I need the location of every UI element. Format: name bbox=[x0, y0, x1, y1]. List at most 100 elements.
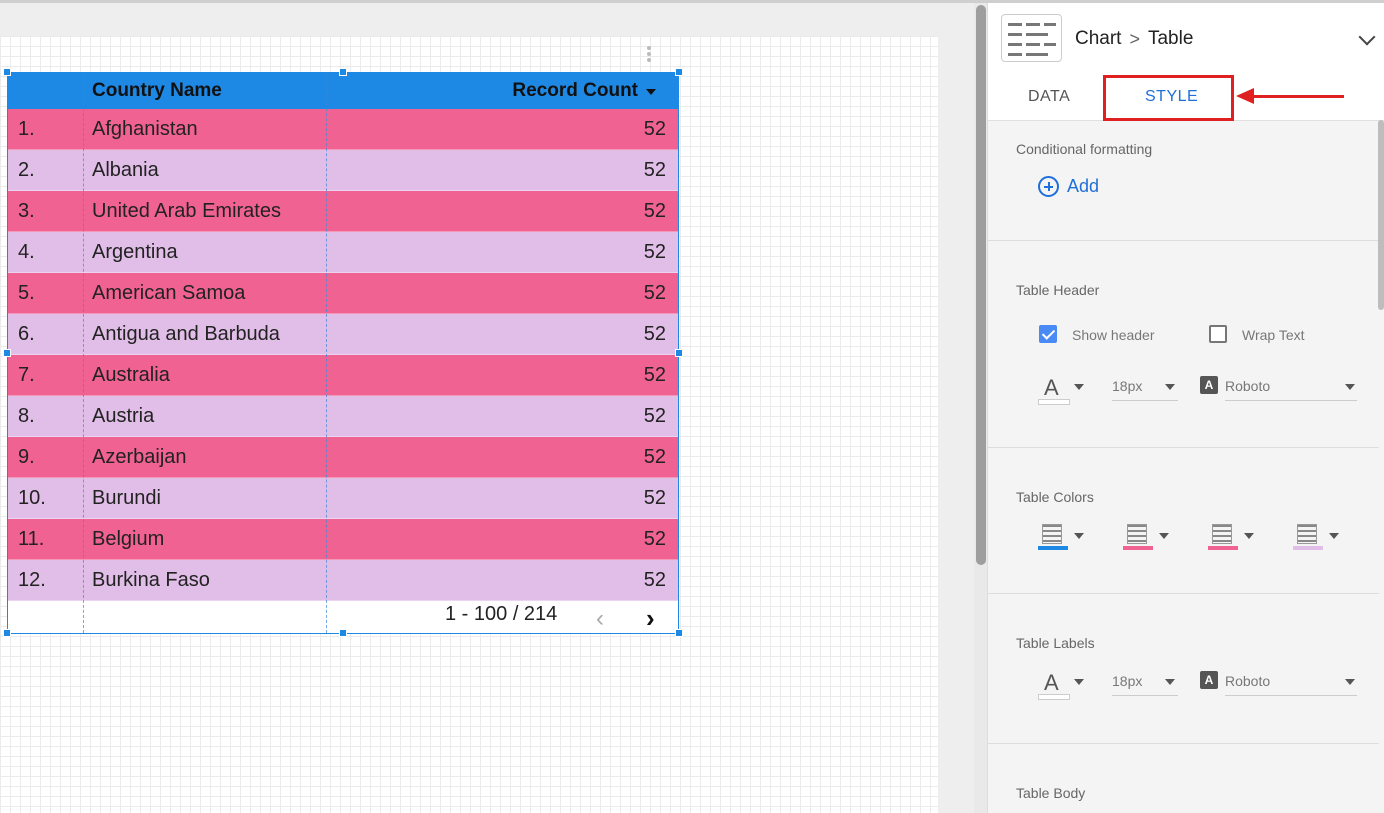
column-header-record-count[interactable]: Record Count bbox=[512, 80, 656, 102]
record-count-cell: 52 bbox=[643, 323, 666, 345]
color-swatch bbox=[1293, 546, 1323, 550]
country-name-cell: Afghanistan bbox=[92, 118, 198, 140]
resize-handle[interactable] bbox=[339, 629, 347, 637]
labels-font-size-value: 18px bbox=[1112, 673, 1143, 689]
country-name-cell: United Arab Emirates bbox=[92, 200, 281, 222]
table-header: Country Name Record Count bbox=[8, 73, 678, 109]
table-lines-icon bbox=[1127, 524, 1147, 544]
caret-down-icon[interactable] bbox=[1165, 384, 1175, 390]
caret-down-icon[interactable] bbox=[1074, 679, 1084, 685]
labels-font-family-select[interactable]: Roboto bbox=[1225, 670, 1357, 696]
table-pager: 1 - 100 / 214 ‹ › bbox=[8, 599, 678, 633]
record-count-label: Record Count bbox=[512, 80, 638, 101]
record-count-cell: 52 bbox=[643, 159, 666, 181]
row-number: 6. bbox=[18, 323, 35, 345]
table-lines-icon bbox=[1212, 524, 1232, 544]
wrap-text-checkbox[interactable] bbox=[1209, 325, 1227, 343]
row-number: 10. bbox=[18, 487, 46, 509]
record-count-cell: 52 bbox=[643, 282, 666, 304]
row-number: 8. bbox=[18, 405, 35, 427]
resize-handle[interactable] bbox=[675, 629, 683, 637]
color-swatch bbox=[1208, 546, 1238, 550]
font-family-icon: A bbox=[1200, 671, 1218, 689]
table-color-picker[interactable] bbox=[1038, 524, 1084, 554]
properties-panel: Chart > Table DATA STYLE Conditional for… bbox=[987, 3, 1384, 813]
show-header-label: Show header bbox=[1072, 327, 1155, 343]
table-row[interactable]: 7. Australia 52 bbox=[8, 355, 678, 396]
table-row[interactable]: 12. Burkina Faso 52 bbox=[8, 560, 678, 601]
sort-desc-icon bbox=[646, 89, 656, 95]
caret-down-icon[interactable] bbox=[1345, 384, 1355, 390]
table-chart[interactable]: Country Name Record Count 1. Afghanistan 5… bbox=[7, 72, 679, 634]
table-row[interactable]: 3. United Arab Emirates 52 bbox=[8, 191, 678, 232]
record-count-cell: 52 bbox=[643, 487, 666, 509]
table-row[interactable]: 9. Azerbaijan 52 bbox=[8, 437, 678, 478]
column-header-country-name[interactable]: Country Name bbox=[92, 80, 222, 102]
record-count-cell: 52 bbox=[643, 528, 666, 550]
table-row[interactable]: 10. Burundi 52 bbox=[8, 478, 678, 519]
table-color-picker[interactable] bbox=[1208, 524, 1254, 554]
panel-scrollbar[interactable] bbox=[1378, 120, 1384, 310]
table-color-picker[interactable] bbox=[1123, 524, 1169, 554]
table-row[interactable]: 2. Albania 52 bbox=[8, 150, 678, 191]
country-name-cell: Belgium bbox=[92, 528, 165, 550]
table-row[interactable]: 8. Austria 52 bbox=[8, 396, 678, 437]
header-font-family-value: Roboto bbox=[1225, 378, 1271, 394]
chevron-left-icon[interactable]: ‹ bbox=[596, 605, 604, 633]
record-count-cell: 52 bbox=[643, 364, 666, 386]
country-name-cell: Azerbaijan bbox=[92, 446, 187, 468]
resize-handle[interactable] bbox=[675, 349, 683, 357]
table-row[interactable]: 5. American Samoa 52 bbox=[8, 273, 678, 314]
tab-data[interactable]: DATA bbox=[1028, 88, 1070, 106]
record-count-cell: 52 bbox=[643, 200, 666, 222]
font-color-icon[interactable]: A bbox=[1044, 670, 1059, 696]
resize-handle[interactable] bbox=[3, 68, 11, 76]
add-conditional-button[interactable]: Add bbox=[1038, 176, 1099, 197]
canvas-scrollbar[interactable] bbox=[976, 5, 986, 565]
font-color-swatch bbox=[1038, 694, 1070, 700]
labels-font-family-value: Roboto bbox=[1225, 673, 1271, 689]
chevron-right-icon[interactable]: › bbox=[646, 603, 655, 634]
table-row[interactable]: 4. Argentina 52 bbox=[8, 232, 678, 273]
drag-handle-icon[interactable] bbox=[647, 46, 652, 64]
caret-down-icon bbox=[1244, 533, 1254, 539]
country-name-cell: Antigua and Barbuda bbox=[92, 323, 280, 345]
row-number: 1. bbox=[18, 118, 35, 140]
table-body-label: Table Body bbox=[1016, 785, 1086, 801]
row-number: 9. bbox=[18, 446, 35, 468]
table-row[interactable]: 1. Afghanistan 52 bbox=[8, 109, 678, 150]
table-header-label: Table Header bbox=[1016, 282, 1100, 298]
row-number: 2. bbox=[18, 159, 35, 181]
table-colors-label: Table Colors bbox=[1016, 489, 1094, 505]
resize-handle[interactable] bbox=[3, 349, 11, 357]
table-color-picker[interactable] bbox=[1293, 524, 1339, 554]
table-row[interactable]: 11. Belgium 52 bbox=[8, 519, 678, 560]
record-count-cell: 52 bbox=[643, 405, 666, 427]
caret-down-icon[interactable] bbox=[1074, 384, 1084, 390]
row-number: 4. bbox=[18, 241, 35, 263]
font-color-icon[interactable]: A bbox=[1044, 375, 1059, 401]
country-name-cell: American Samoa bbox=[92, 282, 246, 304]
caret-down-icon bbox=[1159, 533, 1169, 539]
record-count-cell: 52 bbox=[643, 569, 666, 591]
resize-handle[interactable] bbox=[675, 68, 683, 76]
show-header-checkbox[interactable] bbox=[1039, 325, 1057, 343]
caret-down-icon bbox=[1329, 533, 1339, 539]
row-number: 5. bbox=[18, 282, 35, 304]
chevron-down-icon[interactable] bbox=[1358, 28, 1376, 46]
resize-handle[interactable] bbox=[339, 68, 347, 76]
country-name-cell: Albania bbox=[92, 159, 159, 181]
resize-handle[interactable] bbox=[3, 629, 11, 637]
country-name-cell: Australia bbox=[92, 364, 170, 386]
record-count-cell: 52 bbox=[643, 241, 666, 263]
caret-down-icon[interactable] bbox=[1345, 679, 1355, 685]
table-row[interactable]: 6. Antigua and Barbuda 52 bbox=[8, 314, 678, 355]
header-font-size-value: 18px bbox=[1112, 378, 1143, 394]
table-chart-icon[interactable] bbox=[1001, 14, 1062, 62]
row-number: 11. bbox=[18, 528, 45, 550]
pager-range: 1 - 100 / 214 bbox=[445, 603, 558, 625]
caret-down-icon[interactable] bbox=[1165, 679, 1175, 685]
breadcrumb: Chart > Table bbox=[1075, 28, 1193, 50]
header-font-family-select[interactable]: Roboto bbox=[1225, 375, 1357, 401]
panel-header: Chart > Table bbox=[988, 3, 1384, 73]
